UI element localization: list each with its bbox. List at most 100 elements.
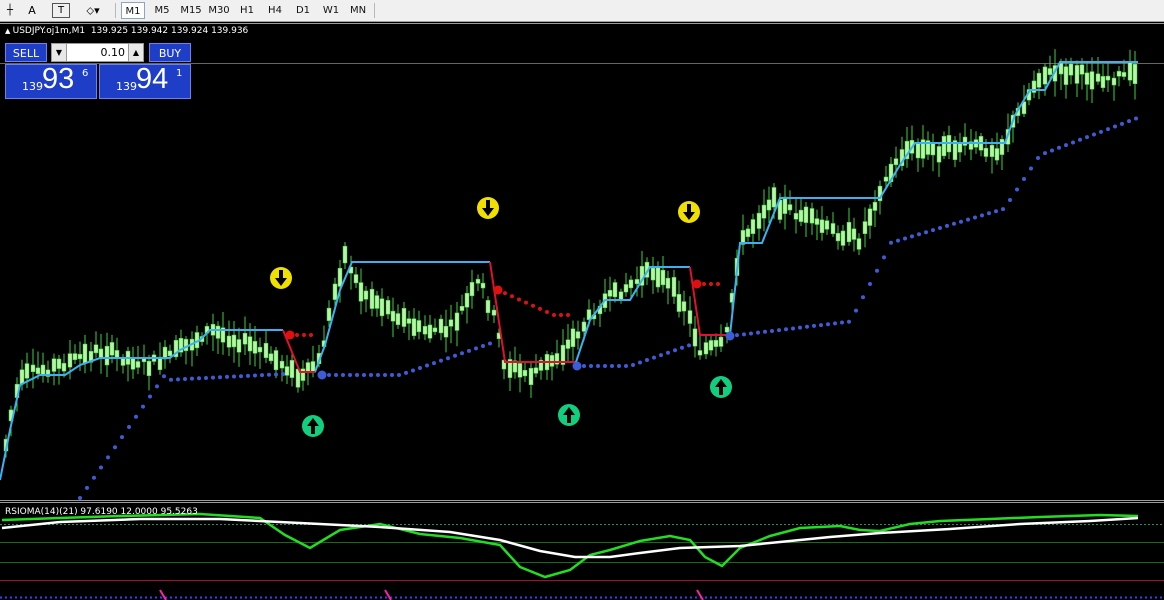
candle-body xyxy=(263,342,269,359)
candle-body xyxy=(464,292,470,308)
candle-body xyxy=(771,187,777,208)
trail-up-dot xyxy=(812,323,816,328)
candle-body xyxy=(1089,71,1095,90)
candle-body xyxy=(819,219,825,233)
candle-body xyxy=(1121,72,1127,77)
trail-up-dot xyxy=(1015,187,1019,192)
buy-price-button[interactable]: 139 94 1 xyxy=(99,63,191,99)
trail-up-dot xyxy=(134,414,138,419)
trail-up-dot xyxy=(404,370,408,375)
candle-body xyxy=(236,339,242,353)
trail-up-dot xyxy=(903,236,907,241)
sell-arrow-icon-shaft xyxy=(486,200,490,209)
candle-body xyxy=(305,362,311,373)
candle-body xyxy=(363,290,369,300)
trail-up-dot xyxy=(1071,140,1075,145)
supertrend-up-line xyxy=(729,61,1138,336)
trail-up-dot xyxy=(246,373,250,378)
trail-up-dot xyxy=(596,364,600,368)
candle-body xyxy=(856,238,862,250)
candle-body xyxy=(989,144,995,157)
trail-up-dot xyxy=(1099,129,1103,134)
trail-up-dot xyxy=(78,496,82,500)
candle-body xyxy=(581,321,587,332)
sell-price-sup: 6 xyxy=(82,68,89,79)
candle-body xyxy=(1095,73,1101,82)
trail-up-dot xyxy=(162,374,166,379)
candle-body xyxy=(565,339,571,349)
candle-body xyxy=(300,368,306,381)
trail-up-dot-start xyxy=(725,331,735,341)
sell-button[interactable]: SELL xyxy=(5,43,47,62)
buy-arrow-icon-shaft xyxy=(311,425,315,434)
candle-body xyxy=(279,360,285,369)
candle-body xyxy=(549,355,555,367)
candle-body xyxy=(835,233,841,242)
candle-body xyxy=(491,309,497,316)
trail-up-dot xyxy=(239,374,243,379)
trail-down-dot xyxy=(524,300,528,305)
trail-up-dot xyxy=(833,321,837,326)
trail-up-dot xyxy=(868,282,872,286)
candle-body xyxy=(676,294,682,312)
candle-body xyxy=(93,344,99,354)
trail-down-dot xyxy=(709,282,713,286)
candle-body xyxy=(332,283,338,300)
candle-body xyxy=(67,353,73,368)
trail-up-dot xyxy=(1085,135,1089,140)
trail-up-dot xyxy=(281,372,285,377)
candle-body xyxy=(1047,68,1053,75)
sell-price-button[interactable]: 139 93 6 xyxy=(5,63,97,99)
candle-body xyxy=(883,176,889,182)
trail-up-dot xyxy=(1064,143,1068,148)
candle-body xyxy=(713,339,719,347)
candle-body xyxy=(962,136,968,146)
trail-up-dot xyxy=(1029,166,1033,171)
candle-body xyxy=(623,284,629,293)
trail-up-dot xyxy=(931,228,935,233)
candle-body xyxy=(342,245,348,264)
trail-up-dot xyxy=(910,234,914,239)
trail-up-dot xyxy=(805,324,809,329)
trail-up-dot xyxy=(673,348,677,353)
candle-body xyxy=(814,218,820,225)
candle-body xyxy=(994,148,1000,161)
candle-body xyxy=(867,208,873,226)
buy-price-sup: 1 xyxy=(176,68,183,79)
trail-up-dot xyxy=(1036,156,1040,160)
trail-up-dot xyxy=(218,375,222,380)
lot-increase-icon[interactable]: ▲ xyxy=(128,43,144,62)
candle-body xyxy=(846,222,852,243)
trail-up-dot xyxy=(204,375,208,380)
candle-body xyxy=(167,350,173,357)
symbol-triangle-icon: ▲ xyxy=(5,27,13,35)
rsioma-slow-line xyxy=(1,516,1139,559)
trail-up-dot xyxy=(749,331,753,336)
lot-size-input[interactable]: 0.10 xyxy=(67,43,128,62)
trail-up-dot xyxy=(355,373,359,377)
trail-up-dot xyxy=(211,375,215,380)
trail-up-dot xyxy=(148,394,152,399)
trail-up-dot xyxy=(334,373,338,377)
trail-up-dot xyxy=(645,358,649,363)
trail-up-dot xyxy=(994,209,998,214)
trail-up-dot xyxy=(945,223,949,228)
buy-button[interactable]: BUY xyxy=(149,43,191,62)
trail-up-dot xyxy=(854,308,858,313)
trail-up-dot xyxy=(875,268,879,273)
candle-body xyxy=(941,136,947,157)
candle-body xyxy=(655,267,661,288)
candle-body xyxy=(1116,70,1122,77)
trail-up-dot xyxy=(85,485,89,490)
candle-body xyxy=(469,282,475,297)
candle-body xyxy=(1111,77,1117,86)
candle-body xyxy=(862,221,868,234)
candle-body xyxy=(570,328,576,347)
symbol-info: ▲ USDJPY.oj1m,M1 139.925 139.942 139.924… xyxy=(5,26,248,36)
trail-up-dot xyxy=(481,343,485,348)
trail-up-dot xyxy=(917,232,921,237)
lot-decrease-icon[interactable]: ▼ xyxy=(51,43,67,62)
candle-body xyxy=(247,336,253,352)
candle-body xyxy=(1068,63,1074,76)
candle-body xyxy=(1100,76,1106,88)
